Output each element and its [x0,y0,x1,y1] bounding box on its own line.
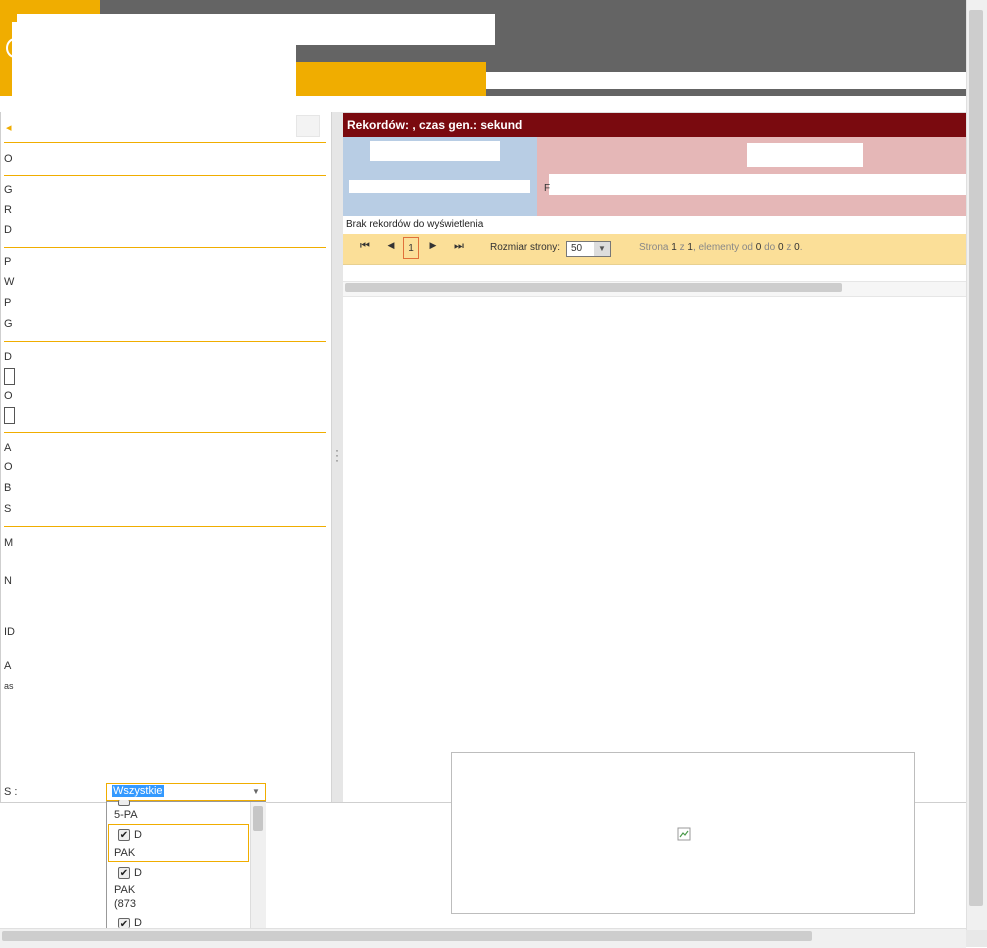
collapse-panel-icon[interactable]: ◂ [6,121,12,134]
filter-label: N [4,575,12,587]
filter-label: as [4,681,14,691]
next-page-icon[interactable]: ▶ [426,240,440,251]
dropdown-item-partial: D [134,867,142,879]
redacted-cell [747,143,863,167]
filter-panel-header-control[interactable] [296,115,320,137]
dropdown-item-checkbox[interactable]: ✔ [118,918,130,930]
redacted-cell [549,174,966,195]
redacted-cell [349,180,530,193]
dropdown-item-sublabel[interactable]: (873 [114,898,136,910]
first-page-icon[interactable]: ⏮ [358,240,372,253]
page-info: Strona 1 z 1, elementy od 0 do 0 z 0. [639,242,803,253]
dropdown-item-label[interactable]: PAK [114,847,135,859]
redacted-cell [370,141,500,161]
dropdown-item-label[interactable]: PAK [114,884,135,896]
filter-label: D [4,224,12,236]
window-vertical-scroll-thumb[interactable] [969,10,983,906]
scrollbar-corner [966,930,987,947]
filter-label: M [4,537,14,549]
filter-label: S [4,503,12,515]
filter-input[interactable] [4,368,15,385]
broken-image-icon [677,827,691,841]
chevron-down-icon[interactable]: ▼ [249,785,263,799]
filter-label: P [4,256,12,268]
filter-separator [4,341,326,342]
filter-separator [4,175,326,176]
filter-label: D [4,351,12,363]
filter-label: A [4,660,12,672]
filter-separator [4,526,326,527]
grid-header-label: F [544,183,551,194]
last-page-icon[interactable]: ⏭ [452,240,466,253]
window-horizontal-scroll-thumb[interactable] [2,931,812,941]
filter-label: ID [4,626,15,638]
filter-label: O [4,153,13,165]
filter-label: W [4,276,15,288]
chevron-down-icon[interactable]: ▼ [594,242,610,256]
records-header: Rekordów: , czas gen.: sekund [343,113,966,137]
dropdown-item-checkbox[interactable] [118,800,130,806]
filter-label: P [4,297,12,309]
dropdown-item-label[interactable]: 5-PA [114,809,138,821]
page-size-label: Rozmiar strony: [490,242,561,253]
dropdown-item-checkbox[interactable]: ✔ [118,829,130,841]
prev-page-icon[interactable]: ◀ [384,240,398,251]
filter-input[interactable] [4,407,15,424]
grid-scroll-thumb[interactable] [345,283,842,292]
filter-separator [4,142,326,143]
dropdown-item-partial: D [134,917,142,928]
redacted-filter-content [12,96,296,802]
redacted-area [12,22,296,100]
empty-grid-message: Brak rekordów do wyświetlenia [346,219,484,230]
header-menu-strip [486,72,966,89]
filter-label: G [4,318,13,330]
dropdown-item-partial: D [134,829,142,841]
status-label: S : [4,786,18,798]
filter-separator [4,432,326,433]
filter-label: O [4,390,13,402]
splitter-grip-icon[interactable]: · · · [335,444,339,466]
dropdown-item-checkbox[interactable]: ✔ [118,867,130,879]
filter-separator [4,247,326,248]
current-page-button[interactable]: 1 [403,237,419,259]
status-select-value[interactable]: Wszystkie [112,785,164,797]
filter-label: R [4,204,12,216]
filter-label: A [4,442,12,454]
filter-label: O [4,461,13,473]
filter-label: B [4,482,12,494]
dropdown-scroll-thumb[interactable] [253,806,263,831]
filter-label: G [4,184,13,196]
